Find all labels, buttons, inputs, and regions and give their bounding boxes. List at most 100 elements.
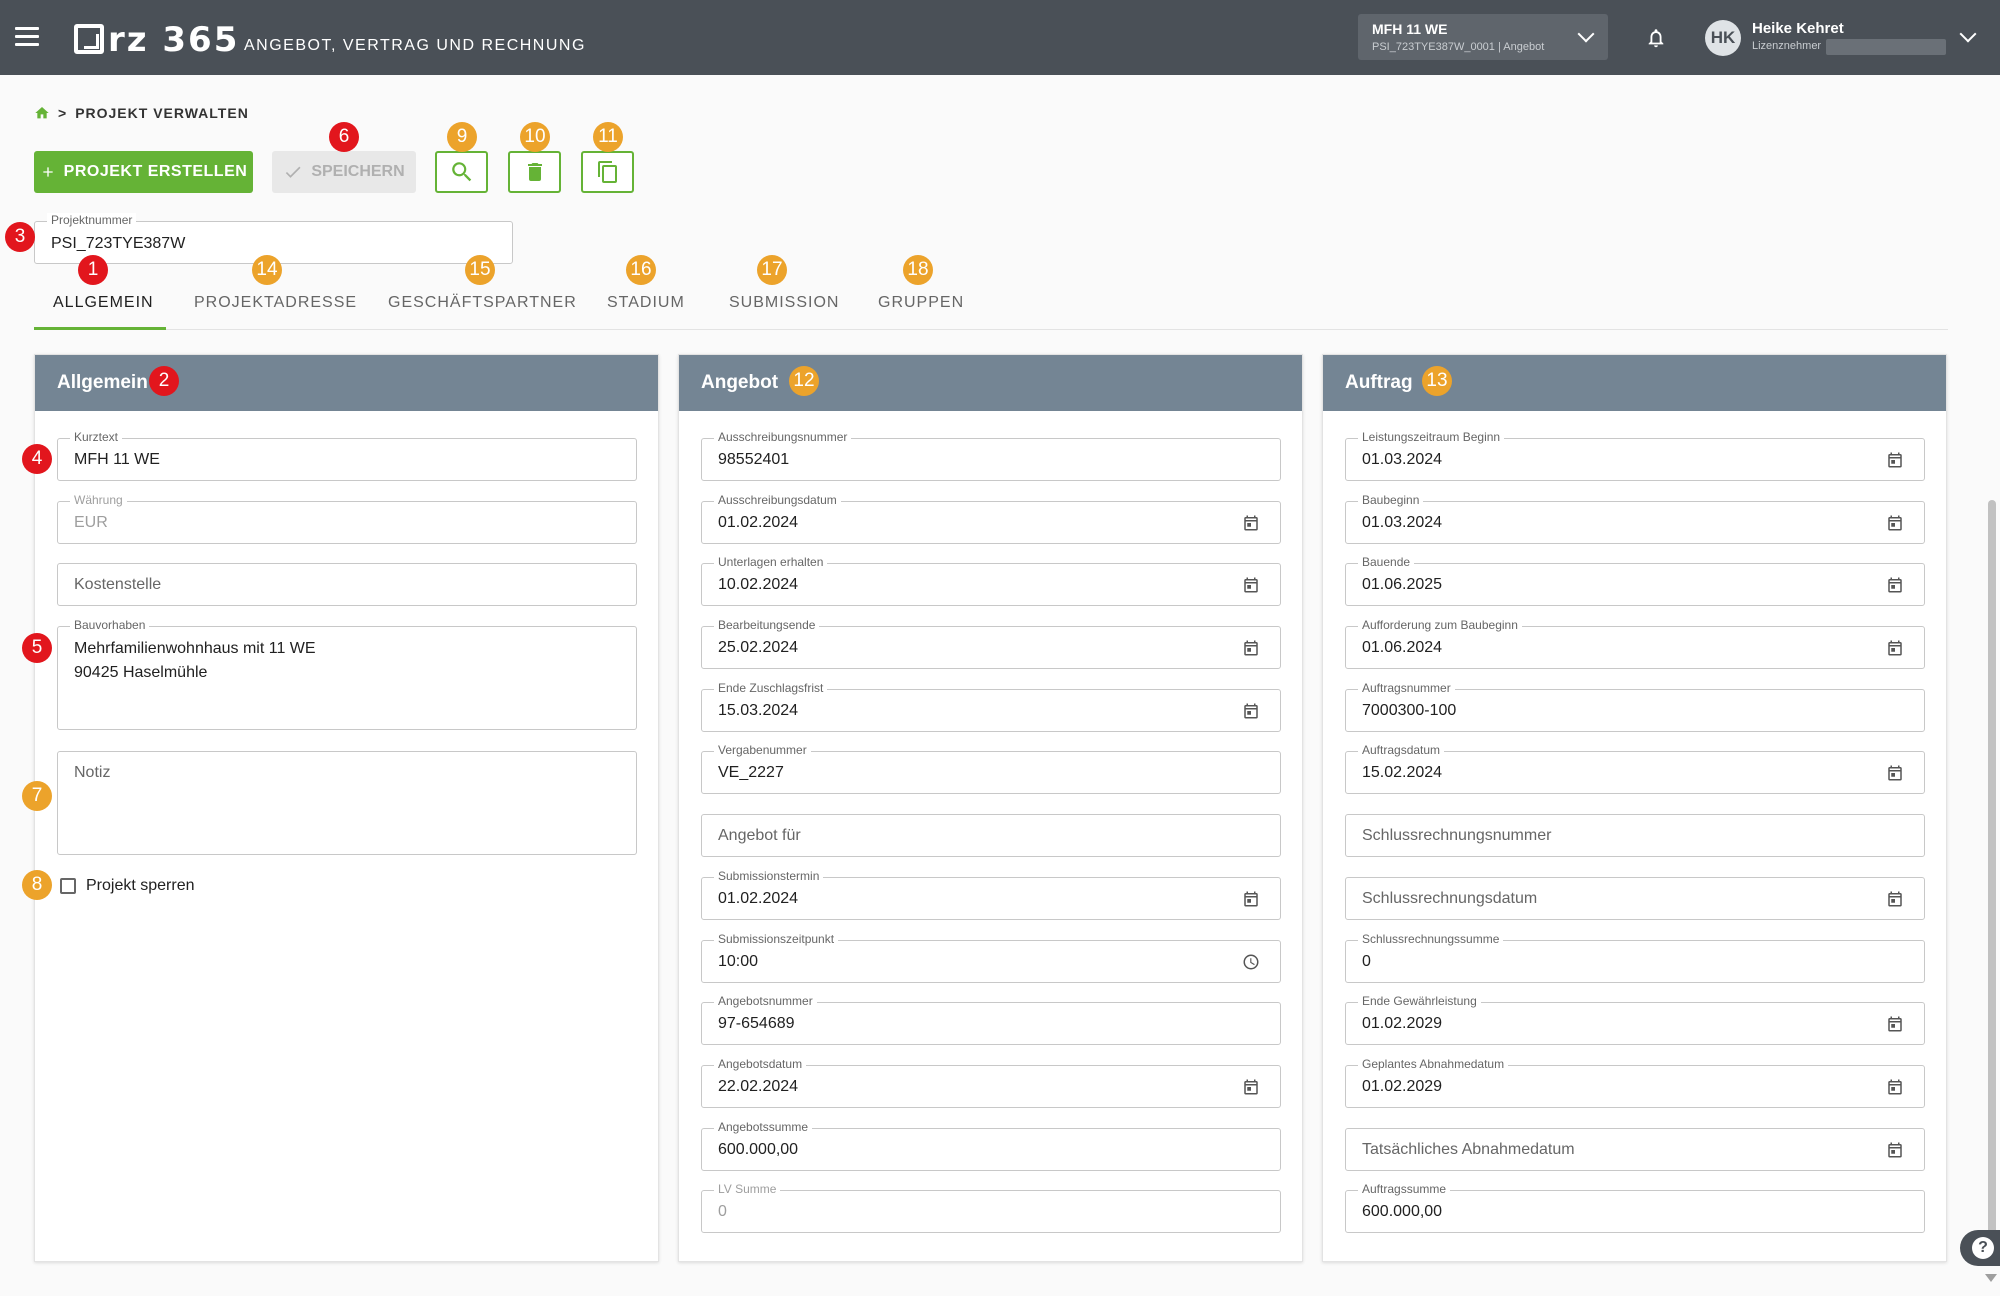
avatar[interactable]: HK <box>1705 20 1741 56</box>
tab-geschaeftspartner[interactable]: GESCHÄFTSPARTNER <box>388 294 577 312</box>
tab-bar: ALLGEMEIN PROJEKTADRESSE GESCHÄFTSPARTNE… <box>34 282 1948 330</box>
top-app-bar: rz 365 ANGEBOT, VERTRAG UND RECHNUNG MFH… <box>0 0 2000 75</box>
user-name: Heike Kehret <box>1752 20 1844 37</box>
calendar-icon[interactable] <box>1886 1078 1904 1096</box>
auftragsdatum-field[interactable]: Auftragsdatum 15.02.2024 <box>1345 743 1925 794</box>
calendar-icon[interactable] <box>1242 1078 1260 1096</box>
tab-stadium[interactable]: STADIUM <box>607 294 685 312</box>
badge-6: 6 <box>329 122 359 152</box>
tab-submission[interactable]: SUBMISSION <box>729 294 839 312</box>
redacted-text <box>1826 39 1946 55</box>
vergabenummer-field[interactable]: Vergabenummer VE_2227 <box>701 743 1281 794</box>
calendar-icon[interactable] <box>1242 702 1260 720</box>
calendar-icon[interactable] <box>1242 514 1260 532</box>
leistungszeitraum-beginn-field[interactable]: Leistungszeitraum Beginn 01.03.2024 <box>1345 430 1925 481</box>
angebotssumme-field[interactable]: Angebotssumme 600.000,00 <box>701 1120 1281 1171</box>
card-auftrag-title: Auftrag <box>1323 355 1946 411</box>
save-button[interactable]: SPEICHERN <box>272 151 416 193</box>
schlussrechnungsnummer-field[interactable]: Schlussrechnungsnummer <box>1345 814 1925 857</box>
badge-1: 1 <box>78 255 108 285</box>
angebot-fuer-field[interactable]: Angebot für <box>701 814 1281 857</box>
ausschreibungsdatum-field[interactable]: Ausschreibungsdatum 01.02.2024 <box>701 493 1281 544</box>
lock-project-checkbox[interactable]: Projekt sperren <box>60 877 195 895</box>
card-angebot: Angebot Ausschreibungsnummer 98552401 Au… <box>678 354 1303 1262</box>
angebotsdatum-field[interactable]: Angebotsdatum 22.02.2024 <box>701 1057 1281 1108</box>
breadcrumb: > PROJEKT VERWALTEN <box>34 105 249 121</box>
schlussrechnungssumme-field[interactable]: Schlussrechnungssumme 0 <box>1345 932 1925 983</box>
search-button[interactable] <box>435 151 488 193</box>
auftragssumme-field[interactable]: Auftragssumme 600.000,00 <box>1345 1182 1925 1233</box>
badge-11: 11 <box>593 122 623 152</box>
project-number-label: Projektnummer <box>47 213 137 227</box>
badge-17: 17 <box>757 255 787 285</box>
kurztext-field[interactable]: Kurztext MFH 11 WE <box>57 430 637 481</box>
geplantes-abnahmedatum-field[interactable]: Geplantes Abnahmedatum 01.02.2029 <box>1345 1057 1925 1108</box>
kostenstelle-field[interactable]: Kostenstelle <box>57 563 637 606</box>
calendar-icon[interactable] <box>1242 576 1260 594</box>
tab-allgemein[interactable]: ALLGEMEIN <box>53 294 154 312</box>
check-icon <box>286 166 301 178</box>
ende-zuschlagsfrist-field[interactable]: Ende Zuschlagsfrist 15.03.2024 <box>701 681 1281 732</box>
clock-icon[interactable] <box>1242 953 1260 971</box>
card-auftrag: Auftrag Leistungszeitraum Beginn 01.03.2… <box>1322 354 1947 1262</box>
bearbeitungsende-field[interactable]: Bearbeitungsende 25.02.2024 <box>701 618 1281 669</box>
bell-icon[interactable] <box>1645 26 1667 50</box>
copy-button[interactable] <box>581 151 634 193</box>
checkbox[interactable] <box>60 878 76 894</box>
badge-4: 4 <box>22 444 52 474</box>
aufforderung-baubeginn-field[interactable]: Aufforderung zum Baubeginn 01.06.2024 <box>1345 618 1925 669</box>
badge-5: 5 <box>22 633 52 663</box>
menu-icon[interactable] <box>15 27 39 47</box>
auftragsnummer-field[interactable]: Auftragsnummer 7000300-100 <box>1345 681 1925 732</box>
help-button[interactable]: ? <box>1960 1230 2000 1266</box>
submissionstermin-field[interactable]: Submissionstermin 01.02.2024 <box>701 869 1281 920</box>
user-role: Lizenznehmer <box>1752 40 1822 52</box>
badge-13: 13 <box>1422 366 1452 396</box>
project-selector-name: MFH 11 WE <box>1372 21 1448 37</box>
scroll-down-arrow[interactable] <box>1985 1274 1997 1282</box>
home-icon[interactable] <box>34 105 50 121</box>
calendar-icon[interactable] <box>1886 1015 1904 1033</box>
create-project-button[interactable]: PROJEKT ERSTELLEN <box>34 151 253 193</box>
notiz-field[interactable]: Notiz <box>57 751 637 855</box>
search-icon <box>451 162 471 182</box>
calendar-icon[interactable] <box>1886 890 1904 908</box>
calendar-icon[interactable] <box>1886 1141 1904 1159</box>
brz-logo[interactable]: rz 365 <box>74 20 239 60</box>
tab-projektadresse[interactable]: PROJEKTADRESSE <box>194 294 357 312</box>
calendar-icon[interactable] <box>1242 890 1260 908</box>
calendar-icon[interactable] <box>1886 639 1904 657</box>
bauvorhaben-field[interactable]: Bauvorhaben Mehrfamilienwohnhaus mit 11 … <box>57 618 637 730</box>
badge-7: 7 <box>22 781 52 811</box>
ende-gewaehrleistung-field[interactable]: Ende Gewährleistung 01.02.2029 <box>1345 994 1925 1045</box>
lv-summe-field: LV Summe 0 <box>701 1182 1281 1233</box>
tatsaechliches-abnahmedatum-field[interactable]: Tatsächliches Abnahmedatum <box>1345 1128 1925 1171</box>
badge-8: 8 <box>22 870 52 900</box>
calendar-icon[interactable] <box>1886 576 1904 594</box>
badge-14: 14 <box>252 255 282 285</box>
schlussrechnungsdatum-field[interactable]: Schlussrechnungsdatum <box>1345 877 1925 920</box>
submissionszeitpunkt-field[interactable]: Submissionszeitpunkt 10:00 <box>701 932 1281 983</box>
bauende-field[interactable]: Bauende 01.06.2025 <box>1345 555 1925 606</box>
help-icon: ? <box>1972 1237 1994 1259</box>
badge-15: 15 <box>465 255 495 285</box>
project-selector[interactable]: MFH 11 WE PSI_723TYE387W_0001 | Angebot <box>1358 14 1608 60</box>
plus-icon <box>43 167 53 177</box>
chevron-down-icon[interactable] <box>1959 25 1977 43</box>
delete-button[interactable] <box>508 151 561 193</box>
active-tab-indicator <box>34 327 166 330</box>
calendar-icon[interactable] <box>1886 514 1904 532</box>
tab-gruppen[interactable]: GRUPPEN <box>878 294 964 312</box>
calendar-icon[interactable] <box>1886 451 1904 469</box>
project-selector-sub: PSI_723TYE387W_0001 | Angebot <box>1372 41 1545 53</box>
badge-3: 3 <box>5 222 35 252</box>
ausschreibungsnummer-field[interactable]: Ausschreibungsnummer 98552401 <box>701 430 1281 481</box>
calendar-icon[interactable] <box>1242 639 1260 657</box>
badge-9: 9 <box>447 122 477 152</box>
calendar-icon[interactable] <box>1886 764 1904 782</box>
unterlagen-erhalten-field[interactable]: Unterlagen erhalten 10.02.2024 <box>701 555 1281 606</box>
waehrung-field: Währung EUR <box>57 493 637 544</box>
angebotsnummer-field[interactable]: Angebotsnummer 97-654689 <box>701 994 1281 1045</box>
scrollbar-thumb[interactable] <box>1988 500 1996 1260</box>
baubeginn-field[interactable]: Baubeginn 01.03.2024 <box>1345 493 1925 544</box>
